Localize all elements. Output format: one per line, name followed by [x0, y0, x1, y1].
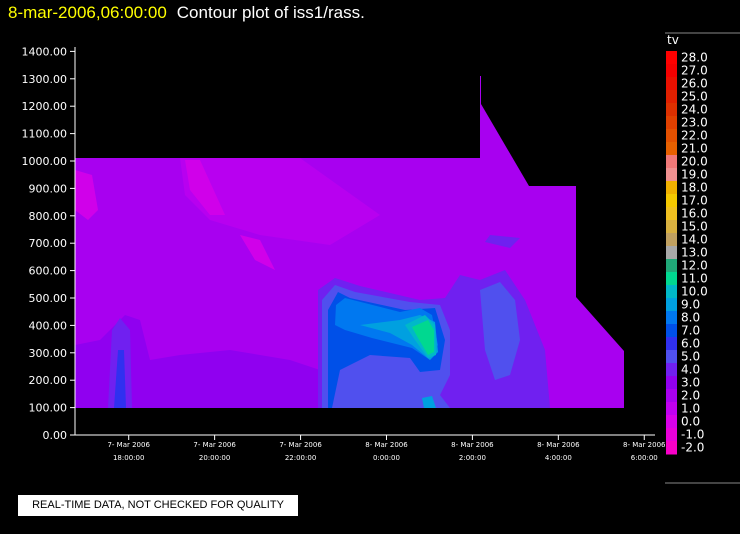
- y-tick-label: 1300.00: [22, 73, 68, 86]
- colorbar-swatch: [666, 51, 677, 65]
- colorbar-swatch: [666, 90, 677, 104]
- colorbar-swatch: [666, 441, 677, 455]
- y-tick-label: 1200.00: [22, 100, 68, 113]
- colorbar-level-label: 6.0: [681, 337, 700, 351]
- x-tick-date: 8- Mar 2006: [365, 441, 408, 449]
- colorbar-swatch: [666, 428, 677, 442]
- y-tick-label: 600.00: [29, 265, 68, 278]
- colorbar-level-label: 1.0: [681, 402, 700, 416]
- colorbar-level-label: 21.0: [681, 142, 708, 156]
- y-tick-label: 100.00: [29, 402, 68, 415]
- colorbar-swatch: [666, 220, 677, 234]
- colorbar-level-label: 18.0: [681, 181, 708, 195]
- x-tick-time: 18:00:00: [113, 454, 144, 462]
- x-tick-date: 8- Mar 2006: [623, 441, 666, 449]
- colorbar-level-label: 14.0: [681, 233, 708, 247]
- colorbar-level-label: 0.0: [681, 415, 700, 429]
- y-tick-label: 300.00: [29, 347, 68, 360]
- colorbar-swatch: [666, 285, 677, 299]
- colorbar-level-label: 19.0: [681, 168, 708, 182]
- colorbar-level-label: 5.0: [681, 350, 700, 364]
- x-tick-time: 4:00:00: [545, 454, 572, 462]
- colorbar-swatch: [666, 350, 677, 364]
- colorbar-level-label: 11.0: [681, 272, 708, 286]
- colorbar-swatch: [666, 116, 677, 130]
- colorbar-swatch: [666, 77, 677, 91]
- contour-field: [75, 76, 624, 408]
- y-tick-label: 200.00: [29, 374, 68, 387]
- colorbar-level-label: 16.0: [681, 207, 708, 221]
- colorbar-level-label: 2.0: [681, 389, 700, 403]
- x-tick-date: 8- Mar 2006: [451, 441, 494, 449]
- colorbar-level-label: 17.0: [681, 194, 708, 208]
- y-tick-label: 1100.00: [22, 128, 68, 141]
- colorbar-level-label: 4.0: [681, 363, 700, 377]
- x-tick-date: 7- Mar 2006: [107, 441, 150, 449]
- colorbar-level-label: 9.0: [681, 298, 700, 312]
- colorbar-level-label: 24.0: [681, 103, 708, 117]
- colorbar-swatch: [666, 207, 677, 221]
- contour-plot: 0.00 100.00 200.00 300.00 400.00 500.00 600.00…: [22, 32, 740, 484]
- y-tick-label: 0.00: [43, 429, 68, 442]
- colorbar-swatch: [666, 415, 677, 429]
- colorbar-level-label: 10.0: [681, 285, 708, 299]
- x-axis: 7- Mar 2006 18:00:00 7- Mar 2006 20:00:00 7-…: [75, 434, 666, 462]
- colorbar-swatch: [666, 168, 677, 182]
- y-tick-label: 800.00: [29, 210, 68, 223]
- y-tick-label: 700.00: [29, 237, 68, 250]
- colorbar-swatch: [666, 363, 677, 377]
- colorbar-level-label: 26.0: [681, 77, 708, 91]
- colorbar-level-label: 22.0: [681, 129, 708, 143]
- x-tick-time: 20:00:00: [199, 454, 230, 462]
- colorbar-swatch: [666, 402, 677, 416]
- colorbar-swatch: [666, 103, 677, 117]
- colorbar-swatch: [666, 181, 677, 195]
- colorbar-swatch: [666, 259, 677, 273]
- qc-notice: REAL-TIME DATA, NOT CHECKED FOR QUALITY: [18, 495, 298, 516]
- colorbar-level-label: 25.0: [681, 90, 708, 104]
- y-tick-label: 500.00: [29, 292, 68, 305]
- colorbar-level-label: 27.0: [681, 64, 708, 78]
- colorbar-level-label: 28.0: [681, 51, 708, 65]
- x-tick-date: 7- Mar 2006: [193, 441, 236, 449]
- colorbar-swatch: [666, 272, 677, 286]
- y-tick-label: 1400.00: [22, 45, 68, 58]
- colorbar-level-label: 3.0: [681, 376, 700, 390]
- x-tick-time: 6:00:00: [631, 454, 658, 462]
- y-tick-label: 1000.00: [22, 155, 68, 168]
- colorbar-level-label: 13.0: [681, 246, 708, 260]
- y-tick-label: 900.00: [29, 182, 68, 195]
- colorbar-label: tv: [667, 33, 679, 47]
- colorbar-swatch: [666, 298, 677, 312]
- colorbar-level-label: -1.0: [681, 428, 704, 442]
- colorbar-swatch: [666, 142, 677, 156]
- colorbar-level-label: 12.0: [681, 259, 708, 273]
- x-tick-date: 7- Mar 2006: [279, 441, 322, 449]
- colorbar-swatch: [666, 376, 677, 390]
- colorbar-level-label: 23.0: [681, 116, 708, 130]
- x-tick-time: 22:00:00: [285, 454, 316, 462]
- colorbar-swatch: [666, 233, 677, 247]
- colorbar-level-label: 7.0: [681, 324, 700, 338]
- colorbar-level-label: 8.0: [681, 311, 700, 325]
- colorbar: tv 28.027.026.025.024.023.022.021.020.01…: [665, 32, 740, 484]
- colorbar-swatch: [666, 155, 677, 169]
- colorbar-swatch: [666, 64, 677, 78]
- colorbar-level-label: -2.0: [681, 441, 704, 455]
- x-tick-date: 8- Mar 2006: [537, 441, 580, 449]
- colorbar-swatch: [666, 324, 677, 338]
- x-tick-time: 2:00:00: [459, 454, 486, 462]
- colorbar-level-label: 15.0: [681, 220, 708, 234]
- colorbar-swatch: [666, 194, 677, 208]
- colorbar-swatch: [666, 311, 677, 325]
- y-axis: 0.00 100.00 200.00 300.00 400.00 500.00 600.00…: [22, 45, 76, 442]
- colorbar-swatch: [666, 389, 677, 403]
- colorbar-swatch: [666, 337, 677, 351]
- colorbar-swatch: [666, 246, 677, 260]
- x-tick-time: 0:00:00: [373, 454, 400, 462]
- y-tick-label: 400.00: [29, 319, 68, 332]
- colorbar-level-label: 20.0: [681, 155, 708, 169]
- colorbar-swatch: [666, 129, 677, 143]
